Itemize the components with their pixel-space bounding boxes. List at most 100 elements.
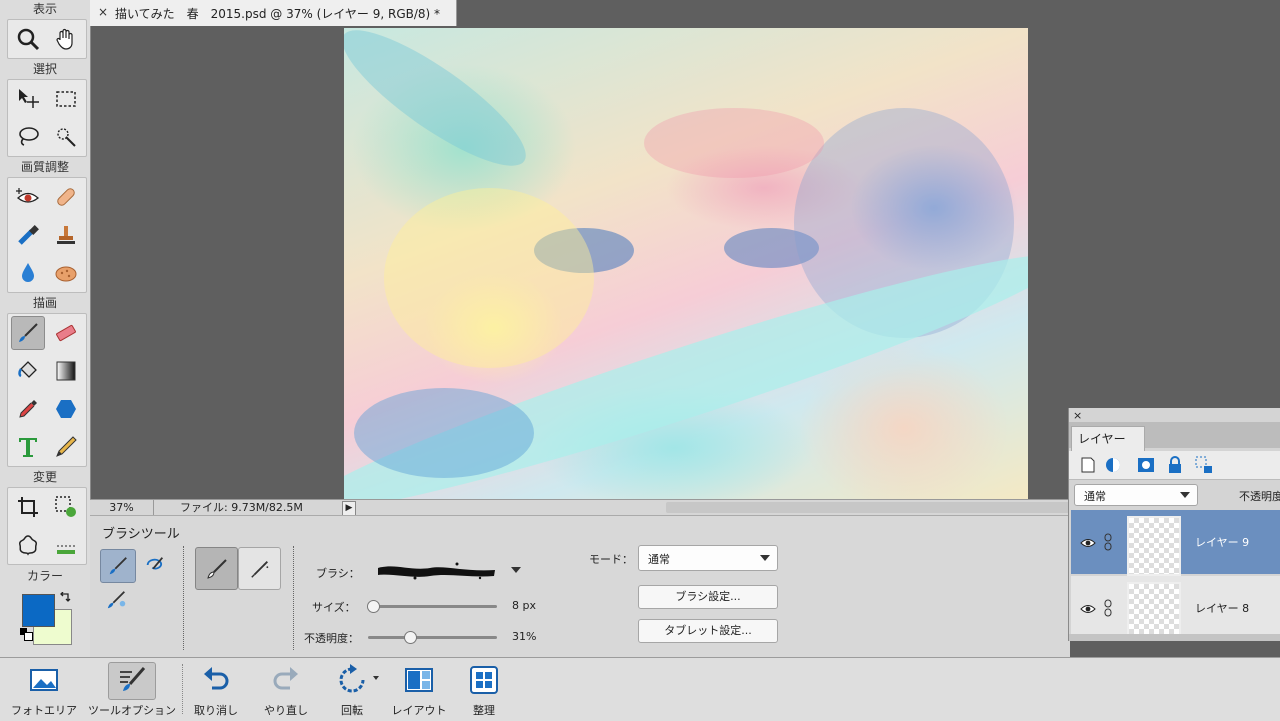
rotate-button[interactable]: 回転 xyxy=(322,658,382,721)
image-canvas[interactable] xyxy=(344,28,1028,499)
airbrush-off-button[interactable] xyxy=(195,547,238,590)
spot-healing-tool[interactable] xyxy=(49,180,83,214)
cookie-cutter-icon xyxy=(19,535,37,556)
lock-icon[interactable] xyxy=(1166,456,1184,474)
section-label-enhance: 画質調整 xyxy=(20,160,69,174)
water-drop-icon xyxy=(22,263,34,282)
document-tab[interactable]: × 描いてみた 春 2015.psd @ 37% (レイヤー 9, RGB/8)… xyxy=(90,0,457,26)
color-replacement-button[interactable] xyxy=(100,584,134,616)
file-info: ファイル: 9.73M/82.5M xyxy=(180,501,303,514)
eye-icon[interactable] xyxy=(1080,603,1096,618)
impressionist-brush-icon xyxy=(146,557,164,570)
brush-preset-dropdown-icon[interactable] xyxy=(511,567,521,573)
marquee-tool[interactable] xyxy=(49,82,83,116)
layer-actions-toolbar xyxy=(1069,451,1280,480)
opacity-slider-handle[interactable] xyxy=(403,631,417,644)
rotate-icon xyxy=(336,664,368,696)
tool-options-button[interactable]: ツールオプション xyxy=(86,658,178,721)
type-tool[interactable] xyxy=(11,430,45,464)
move-icon xyxy=(19,89,39,108)
rotate-dropdown-icon[interactable] xyxy=(373,676,379,680)
new-layer-icon[interactable] xyxy=(1079,456,1097,474)
opacity-label: 不透明度： xyxy=(304,632,359,645)
organizer-button[interactable]: 整理 xyxy=(458,658,510,721)
close-document-icon[interactable]: × xyxy=(98,5,108,19)
layer-opacity-label: 不透明度 xyxy=(1239,490,1280,503)
layer-blend-mode-select[interactable]: 通常 xyxy=(1074,484,1198,506)
opacity-slider[interactable] xyxy=(368,636,497,639)
tab-layers[interactable]: レイヤー xyxy=(1071,426,1145,451)
swap-colors-icon[interactable] xyxy=(58,591,72,606)
photo-bin-button[interactable]: フォトエリア xyxy=(4,658,84,721)
lasso-tool[interactable] xyxy=(11,120,45,154)
size-slider-handle[interactable] xyxy=(367,600,380,613)
foreground-color-swatch[interactable] xyxy=(22,594,55,627)
redo-button[interactable]: やり直し xyxy=(256,658,316,721)
adjustment-layer-icon[interactable] xyxy=(1105,456,1123,474)
photo-bin-label: フォトエリア xyxy=(11,704,77,717)
brush-tool[interactable] xyxy=(11,316,45,350)
hand-tool[interactable] xyxy=(49,22,83,56)
airbrush-button[interactable] xyxy=(238,547,281,590)
bandage-icon xyxy=(57,188,75,206)
smart-brush-tool[interactable] xyxy=(11,218,45,252)
undo-icon xyxy=(200,664,232,696)
paint-bucket-tool[interactable] xyxy=(11,354,45,388)
shape-tool[interactable] xyxy=(49,392,83,426)
eye-icon[interactable] xyxy=(1080,537,1096,552)
opacity-value[interactable]: 31% xyxy=(512,630,536,643)
lock-transparency-icon[interactable] xyxy=(1195,456,1213,474)
link-icon[interactable] xyxy=(1103,599,1113,620)
status-menu-arrow-icon[interactable]: ▶ xyxy=(342,501,356,516)
magic-wand-tool[interactable] xyxy=(49,120,83,154)
tool-options-panel: ブラシツール ブラシ： サイズ： 8 px 不透明度： 31% モード： 通常 … xyxy=(90,515,1070,658)
clone-stamp-tool[interactable] xyxy=(49,218,83,252)
redo-icon xyxy=(270,664,302,696)
tool-name: ブラシツール xyxy=(102,527,180,542)
layer-row[interactable]: レイヤー 9 xyxy=(1071,510,1280,576)
divider xyxy=(293,546,294,650)
layer-row[interactable]: レイヤー 8 xyxy=(1071,576,1280,634)
cookie-cutter-tool[interactable] xyxy=(11,528,45,562)
move-tool[interactable] xyxy=(11,82,45,116)
blend-mode-select[interactable]: 通常 xyxy=(638,545,778,571)
link-icon[interactable] xyxy=(1103,533,1113,554)
paint-stroke xyxy=(354,388,534,478)
brush-settings-button[interactable]: ブラシ設定... xyxy=(638,585,778,609)
red-eye-tool[interactable] xyxy=(11,180,45,214)
divider xyxy=(182,664,183,714)
panel-resize-handle[interactable] xyxy=(1069,634,1280,641)
impressionist-brush-button[interactable] xyxy=(138,549,172,581)
eyedropper-tool[interactable] xyxy=(11,392,45,426)
pencil-icon xyxy=(56,436,77,457)
gradient-tool[interactable] xyxy=(49,354,83,388)
hand-icon xyxy=(56,28,73,50)
pencil-tool[interactable] xyxy=(49,430,83,464)
horizontal-scrollbar[interactable] xyxy=(666,502,1070,513)
blur-tool[interactable] xyxy=(11,256,45,290)
section-label-modify: 変更 xyxy=(32,470,57,484)
smart-brush-icon xyxy=(18,225,39,245)
recompose-tool[interactable] xyxy=(49,490,83,524)
text-t-icon xyxy=(19,438,37,457)
stamp-icon xyxy=(57,226,75,244)
size-value[interactable]: 8 px xyxy=(512,599,536,612)
layout-button[interactable]: レイアウト xyxy=(384,658,454,721)
straighten-tool[interactable] xyxy=(49,528,83,562)
hexagon-icon xyxy=(56,400,76,418)
layer-thumbnail xyxy=(1127,582,1181,634)
default-colors-icon[interactable] xyxy=(20,628,33,641)
eraser-tool[interactable] xyxy=(49,316,83,350)
close-panel-icon[interactable]: × xyxy=(1073,409,1082,422)
layer-mask-icon[interactable] xyxy=(1137,456,1155,474)
brush-preset-preview[interactable] xyxy=(375,559,500,583)
zoom-tool[interactable] xyxy=(11,22,45,56)
zoom-level[interactable]: 37% xyxy=(90,500,154,516)
tablet-settings-button[interactable]: タブレット設定... xyxy=(638,619,778,643)
crop-tool[interactable] xyxy=(11,490,45,524)
undo-button[interactable]: 取り消し xyxy=(186,658,246,721)
brush-mode-button[interactable] xyxy=(100,549,136,583)
layout-icon xyxy=(403,664,435,696)
size-slider[interactable] xyxy=(370,605,497,608)
sponge-tool[interactable] xyxy=(49,256,83,290)
